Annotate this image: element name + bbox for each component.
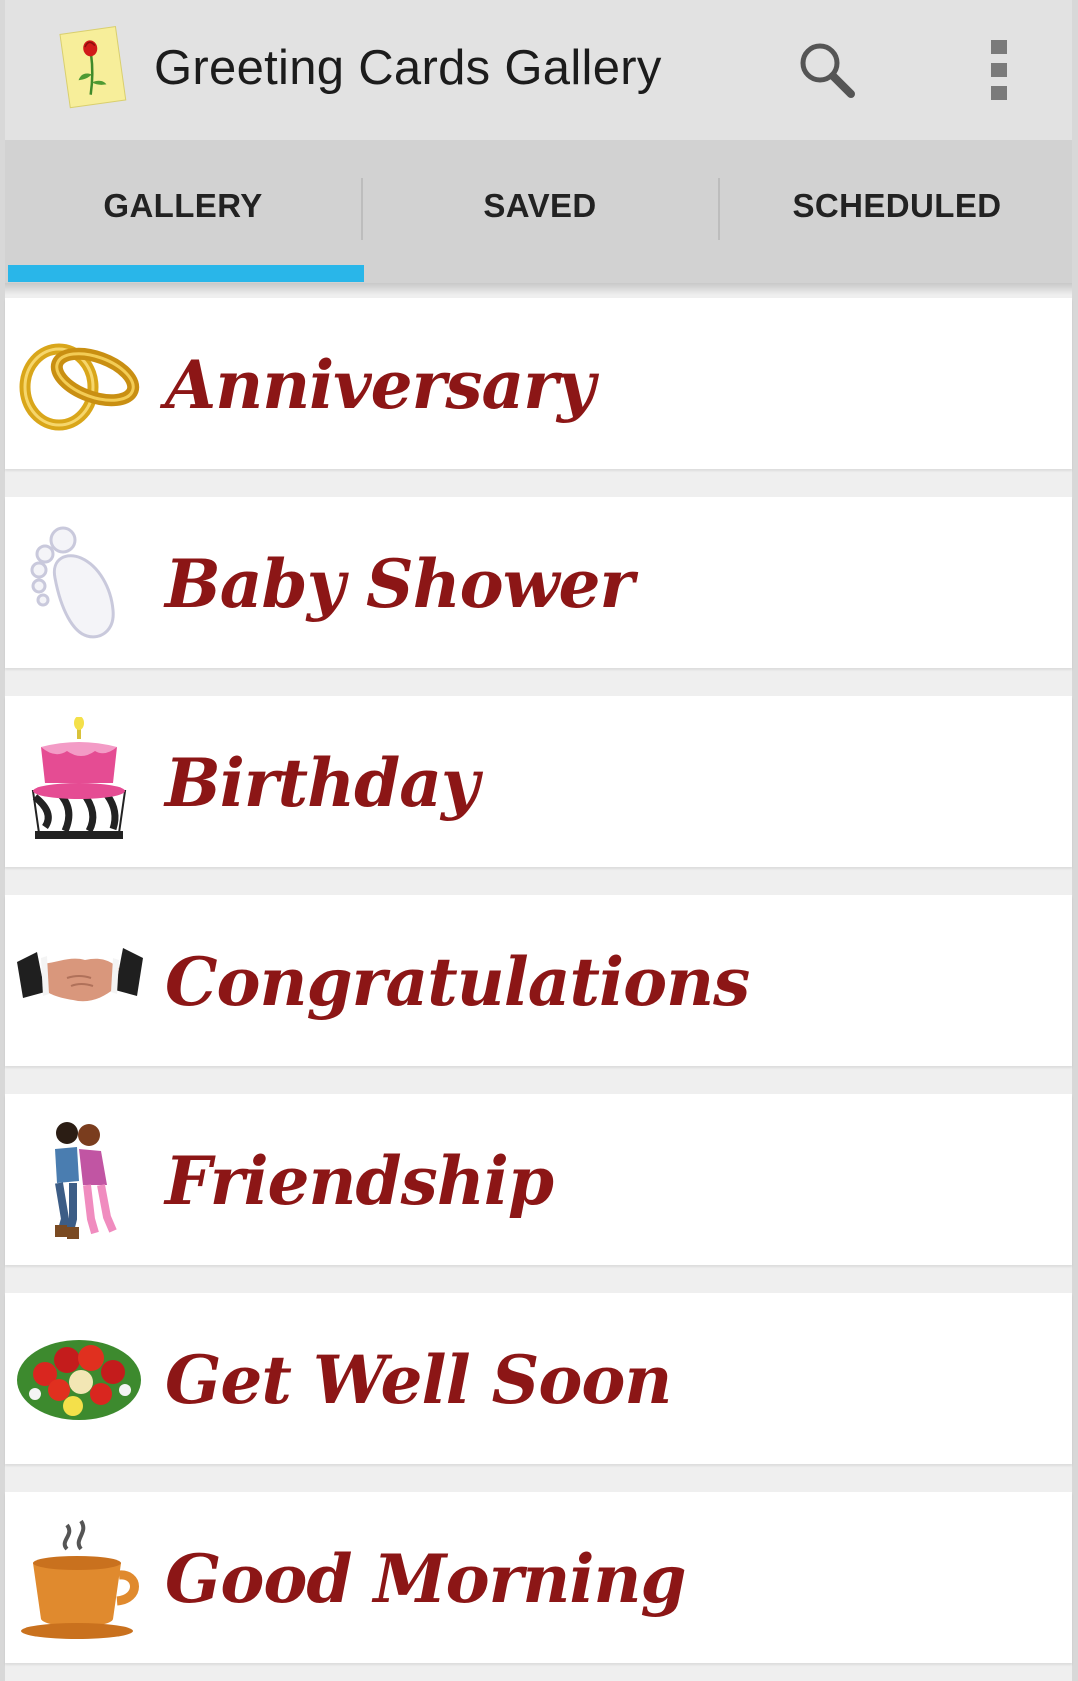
tab-bar-shadow <box>5 283 1072 295</box>
coffee-cup-icon <box>15 1513 145 1643</box>
category-item-friendship[interactable]: Friendship <box>5 1094 1072 1265</box>
tab-bar: GALLERY SAVED SCHEDULED <box>5 140 1072 283</box>
category-item-good-morning[interactable]: Good Morning <box>5 1492 1072 1663</box>
tab-gallery[interactable]: GALLERY <box>5 140 361 283</box>
screen: Greeting Cards Gallery GALLERY SAVED SCH… <box>0 0 1078 1681</box>
category-label: Birthday <box>165 744 479 822</box>
category-label: Good Morning <box>165 1540 687 1618</box>
tab-scheduled[interactable]: SCHEDULED <box>719 140 1075 283</box>
birthday-cake-icon <box>15 716 145 847</box>
app-title: Greeting Cards Gallery <box>154 41 662 95</box>
category-item-birthday[interactable]: Birthday <box>5 696 1072 867</box>
category-label: Friendship <box>165 1142 554 1220</box>
friends-hugging-icon <box>15 1115 145 1245</box>
action-bar: Greeting Cards Gallery <box>5 0 1072 140</box>
rose-card-icon[interactable] <box>57 24 131 112</box>
category-label: Get Well Soon <box>165 1341 672 1419</box>
category-item-anniversary[interactable]: Anniversary <box>5 298 1072 469</box>
handshake-icon <box>15 916 145 1046</box>
tab-saved[interactable]: SAVED <box>362 140 718 283</box>
search-icon[interactable] <box>795 38 859 102</box>
tab-scheduled-label: SCHEDULED <box>792 187 1002 224</box>
flower-bouquet-icon <box>15 1314 145 1444</box>
tab-gallery-label: GALLERY <box>103 187 263 224</box>
wedding-rings-icon <box>15 319 145 449</box>
category-item-congratulations[interactable]: Congratulations <box>5 895 1072 1066</box>
category-item-baby-shower[interactable]: Baby Shower <box>5 497 1072 668</box>
tab-saved-label: SAVED <box>483 187 597 224</box>
overflow-menu-icon[interactable] <box>973 36 1023 104</box>
category-label: Baby Shower <box>165 545 634 623</box>
category-item-get-well-soon[interactable]: Get Well Soon <box>5 1293 1072 1464</box>
category-label: Anniversary <box>165 346 595 424</box>
tab-selected-indicator <box>8 265 364 282</box>
category-label: Congratulations <box>165 943 750 1021</box>
baby-footprint-icon <box>15 518 145 648</box>
